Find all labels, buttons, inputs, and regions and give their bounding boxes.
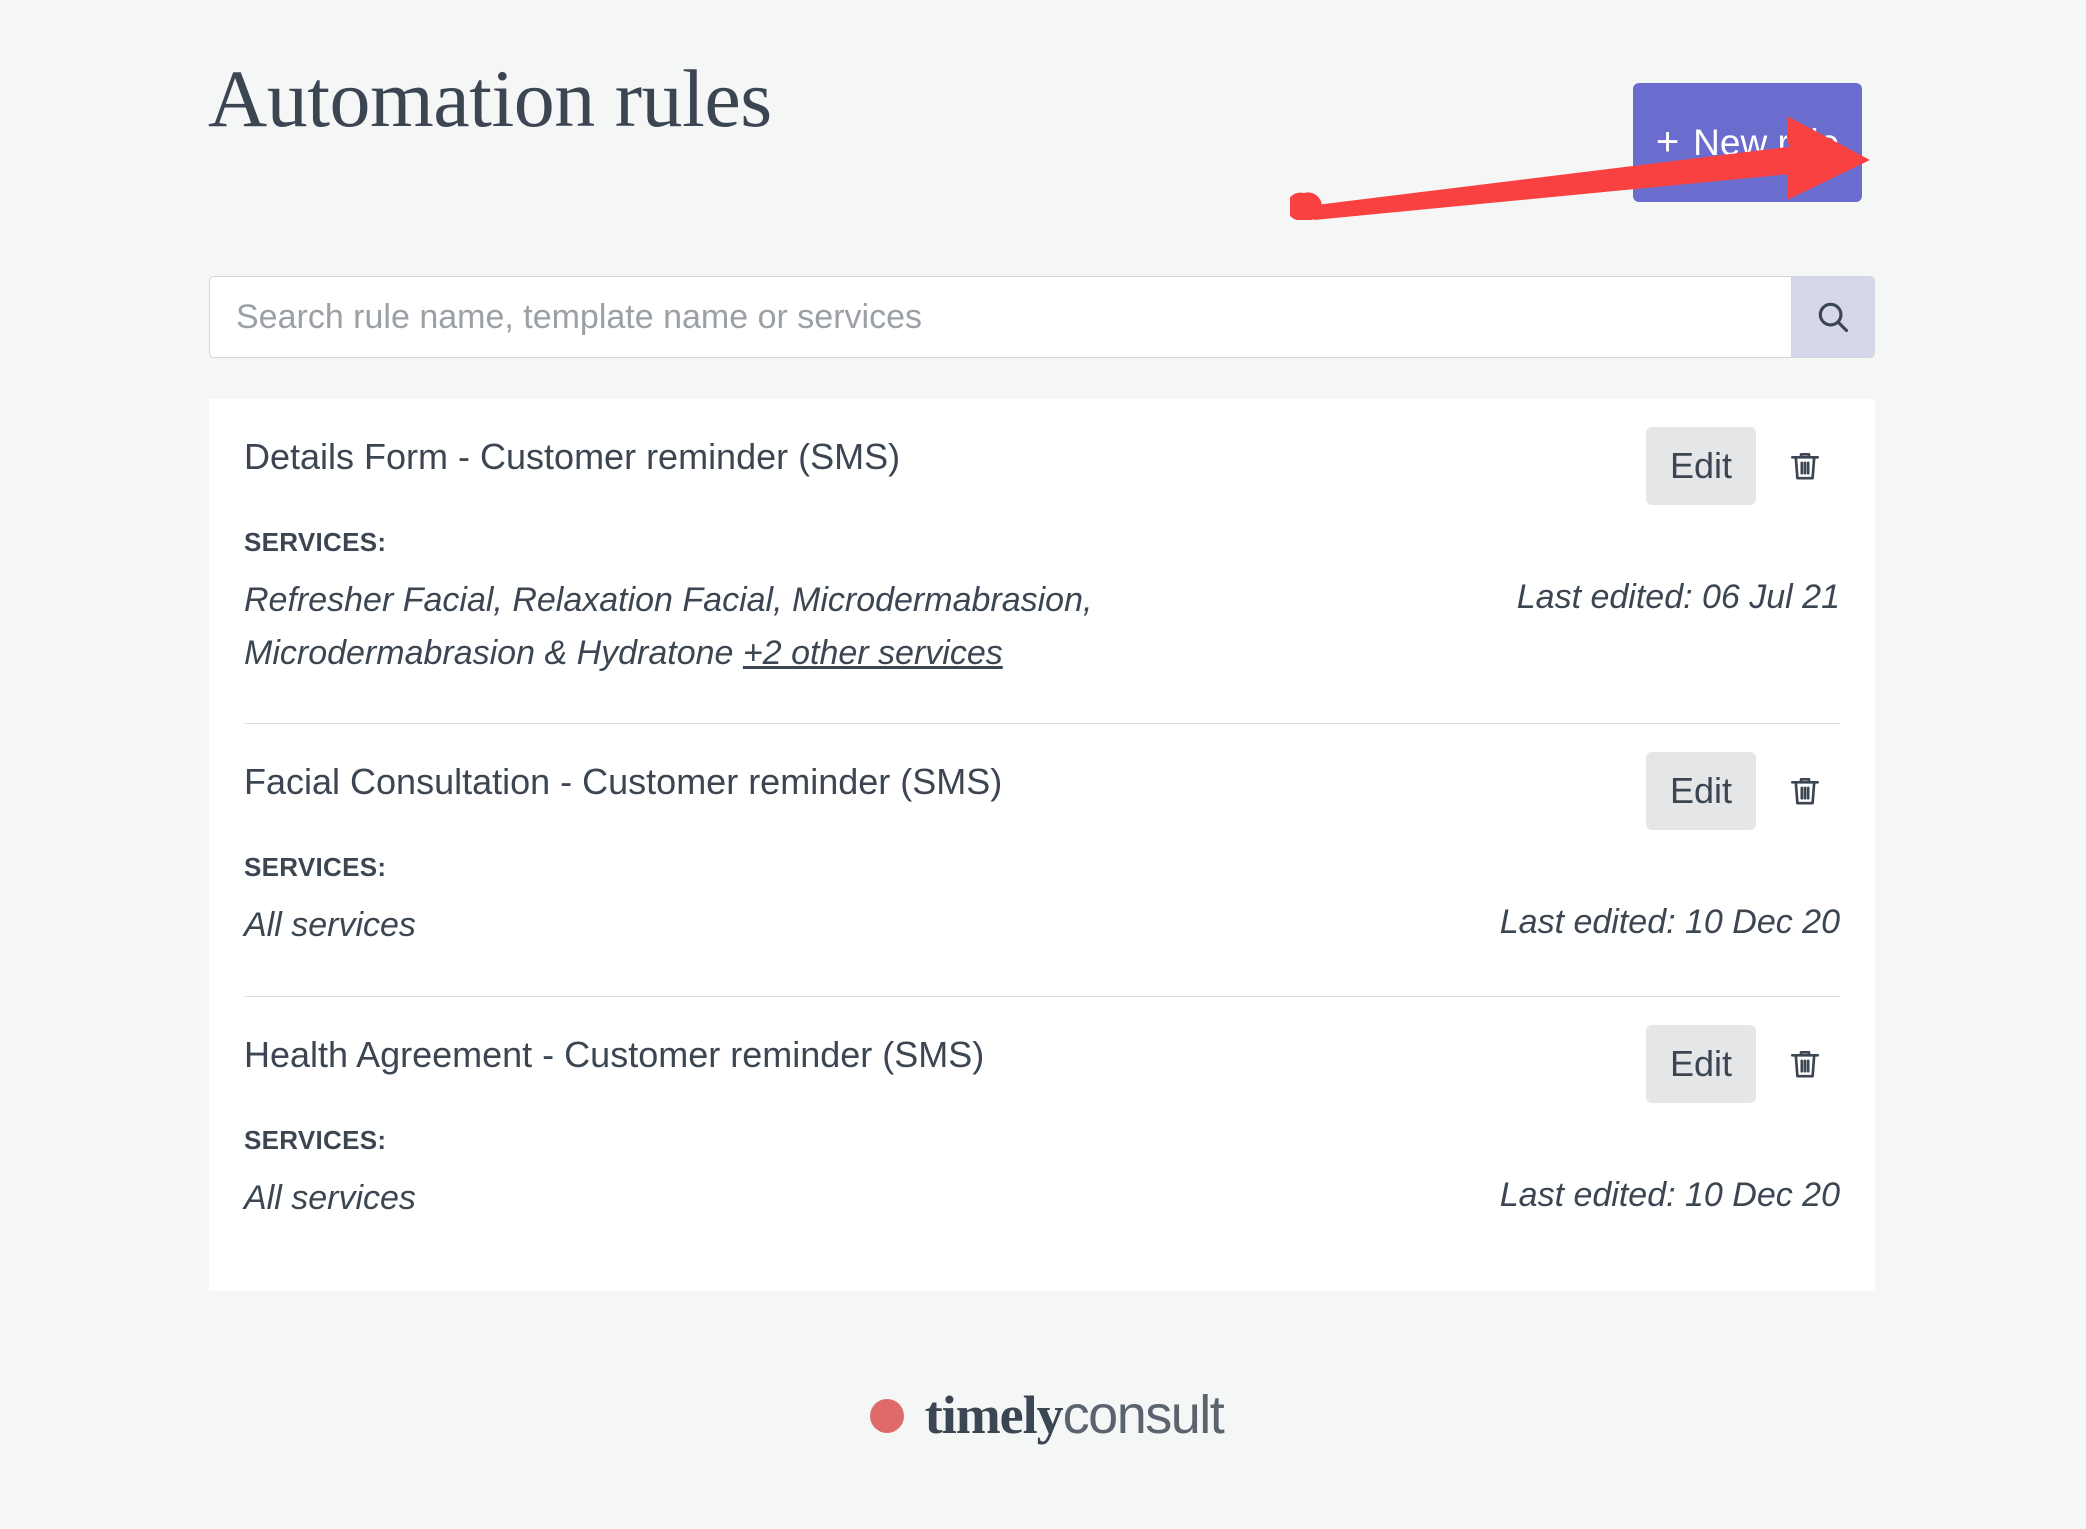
services-body: Refresher Facial, Relaxation Facial, Mic… [244,574,1840,679]
row-spacer [244,952,1840,996]
rule-title: Details Form - Customer reminder (SMS) [244,436,901,477]
services-label: SERVICES: [244,1125,387,1156]
edit-button[interactable]: Edit [1646,1025,1756,1104]
services-label: SERVICES: [244,527,387,557]
footer: timelyconsult [0,1388,2086,1442]
edit-button[interactable]: Edit [1646,752,1756,831]
search-bar [209,276,1875,358]
table-row: Health Agreement - Customer reminder (SM… [209,997,1875,1269]
page-title: Automation rules [208,53,772,144]
services-list: Refresher Facial, Relaxation Facial, Mic… [244,574,1354,679]
rule-header: Health Agreement - Customer reminder (SM… [244,997,1840,1104]
last-edited: Last edited: 10 Dec 20 [1499,903,1840,942]
timely-logo-mark-icon [869,1399,904,1438]
services-body: All services Last edited: 10 Dec 20 [244,1172,1840,1225]
rules-list-card: Details Form - Customer reminder (SMS) E… [209,399,1875,1291]
services-label: SERVICES: [244,852,387,883]
new-rule-button[interactable]: + New rule [1633,83,1862,202]
services-body: All services Last edited: 10 Dec 20 [244,899,1840,952]
row-spacer [244,1225,1840,1269]
last-edited: Last edited: 10 Dec 20 [1499,1176,1840,1215]
delete-button[interactable] [1770,752,1840,830]
logo-bold-part: timely [924,1385,1064,1445]
services-list: All services [244,1172,416,1225]
services-more-link[interactable]: +2 other services [743,634,1003,672]
page-header: Automation rules + New rule [0,0,2086,240]
new-rule-label: New rule [1693,121,1840,163]
trash-icon [1790,778,1820,805]
plus-icon: + [1655,119,1680,164]
rule-header: Details Form - Customer reminder (SMS) E… [244,399,1840,505]
logo-light-part: consult [1062,1385,1225,1445]
trash-icon [1790,1051,1820,1078]
services-text: All services [244,1179,416,1218]
rule-header: Facial Consultation - Customer reminder … [244,724,1840,831]
delete-button[interactable] [1770,427,1840,505]
trash-icon [1790,452,1820,480]
row-spacer [244,679,1840,723]
last-edited: Last edited: 06 Jul 21 [1516,578,1840,616]
search-button[interactable] [1791,276,1875,358]
search-input[interactable] [209,276,1791,358]
edit-button[interactable]: Edit [1646,427,1756,505]
rule-actions: Edit [1646,399,1840,505]
rule-title: Health Agreement - Customer reminder (SM… [244,1034,985,1076]
table-row: Details Form - Customer reminder (SMS) E… [209,399,1875,723]
services-text: All services [244,906,416,945]
rule-actions: Edit [1646,997,1840,1104]
rule-actions: Edit [1646,724,1840,831]
rule-title: Facial Consultation - Customer reminder … [244,761,1003,803]
table-row: Facial Consultation - Customer reminder … [209,724,1875,996]
footer-logo-text: timelyconsult [924,1385,1225,1445]
search-icon [1818,302,1849,333]
services-list: All services [244,899,416,952]
delete-button[interactable] [1770,1025,1840,1103]
